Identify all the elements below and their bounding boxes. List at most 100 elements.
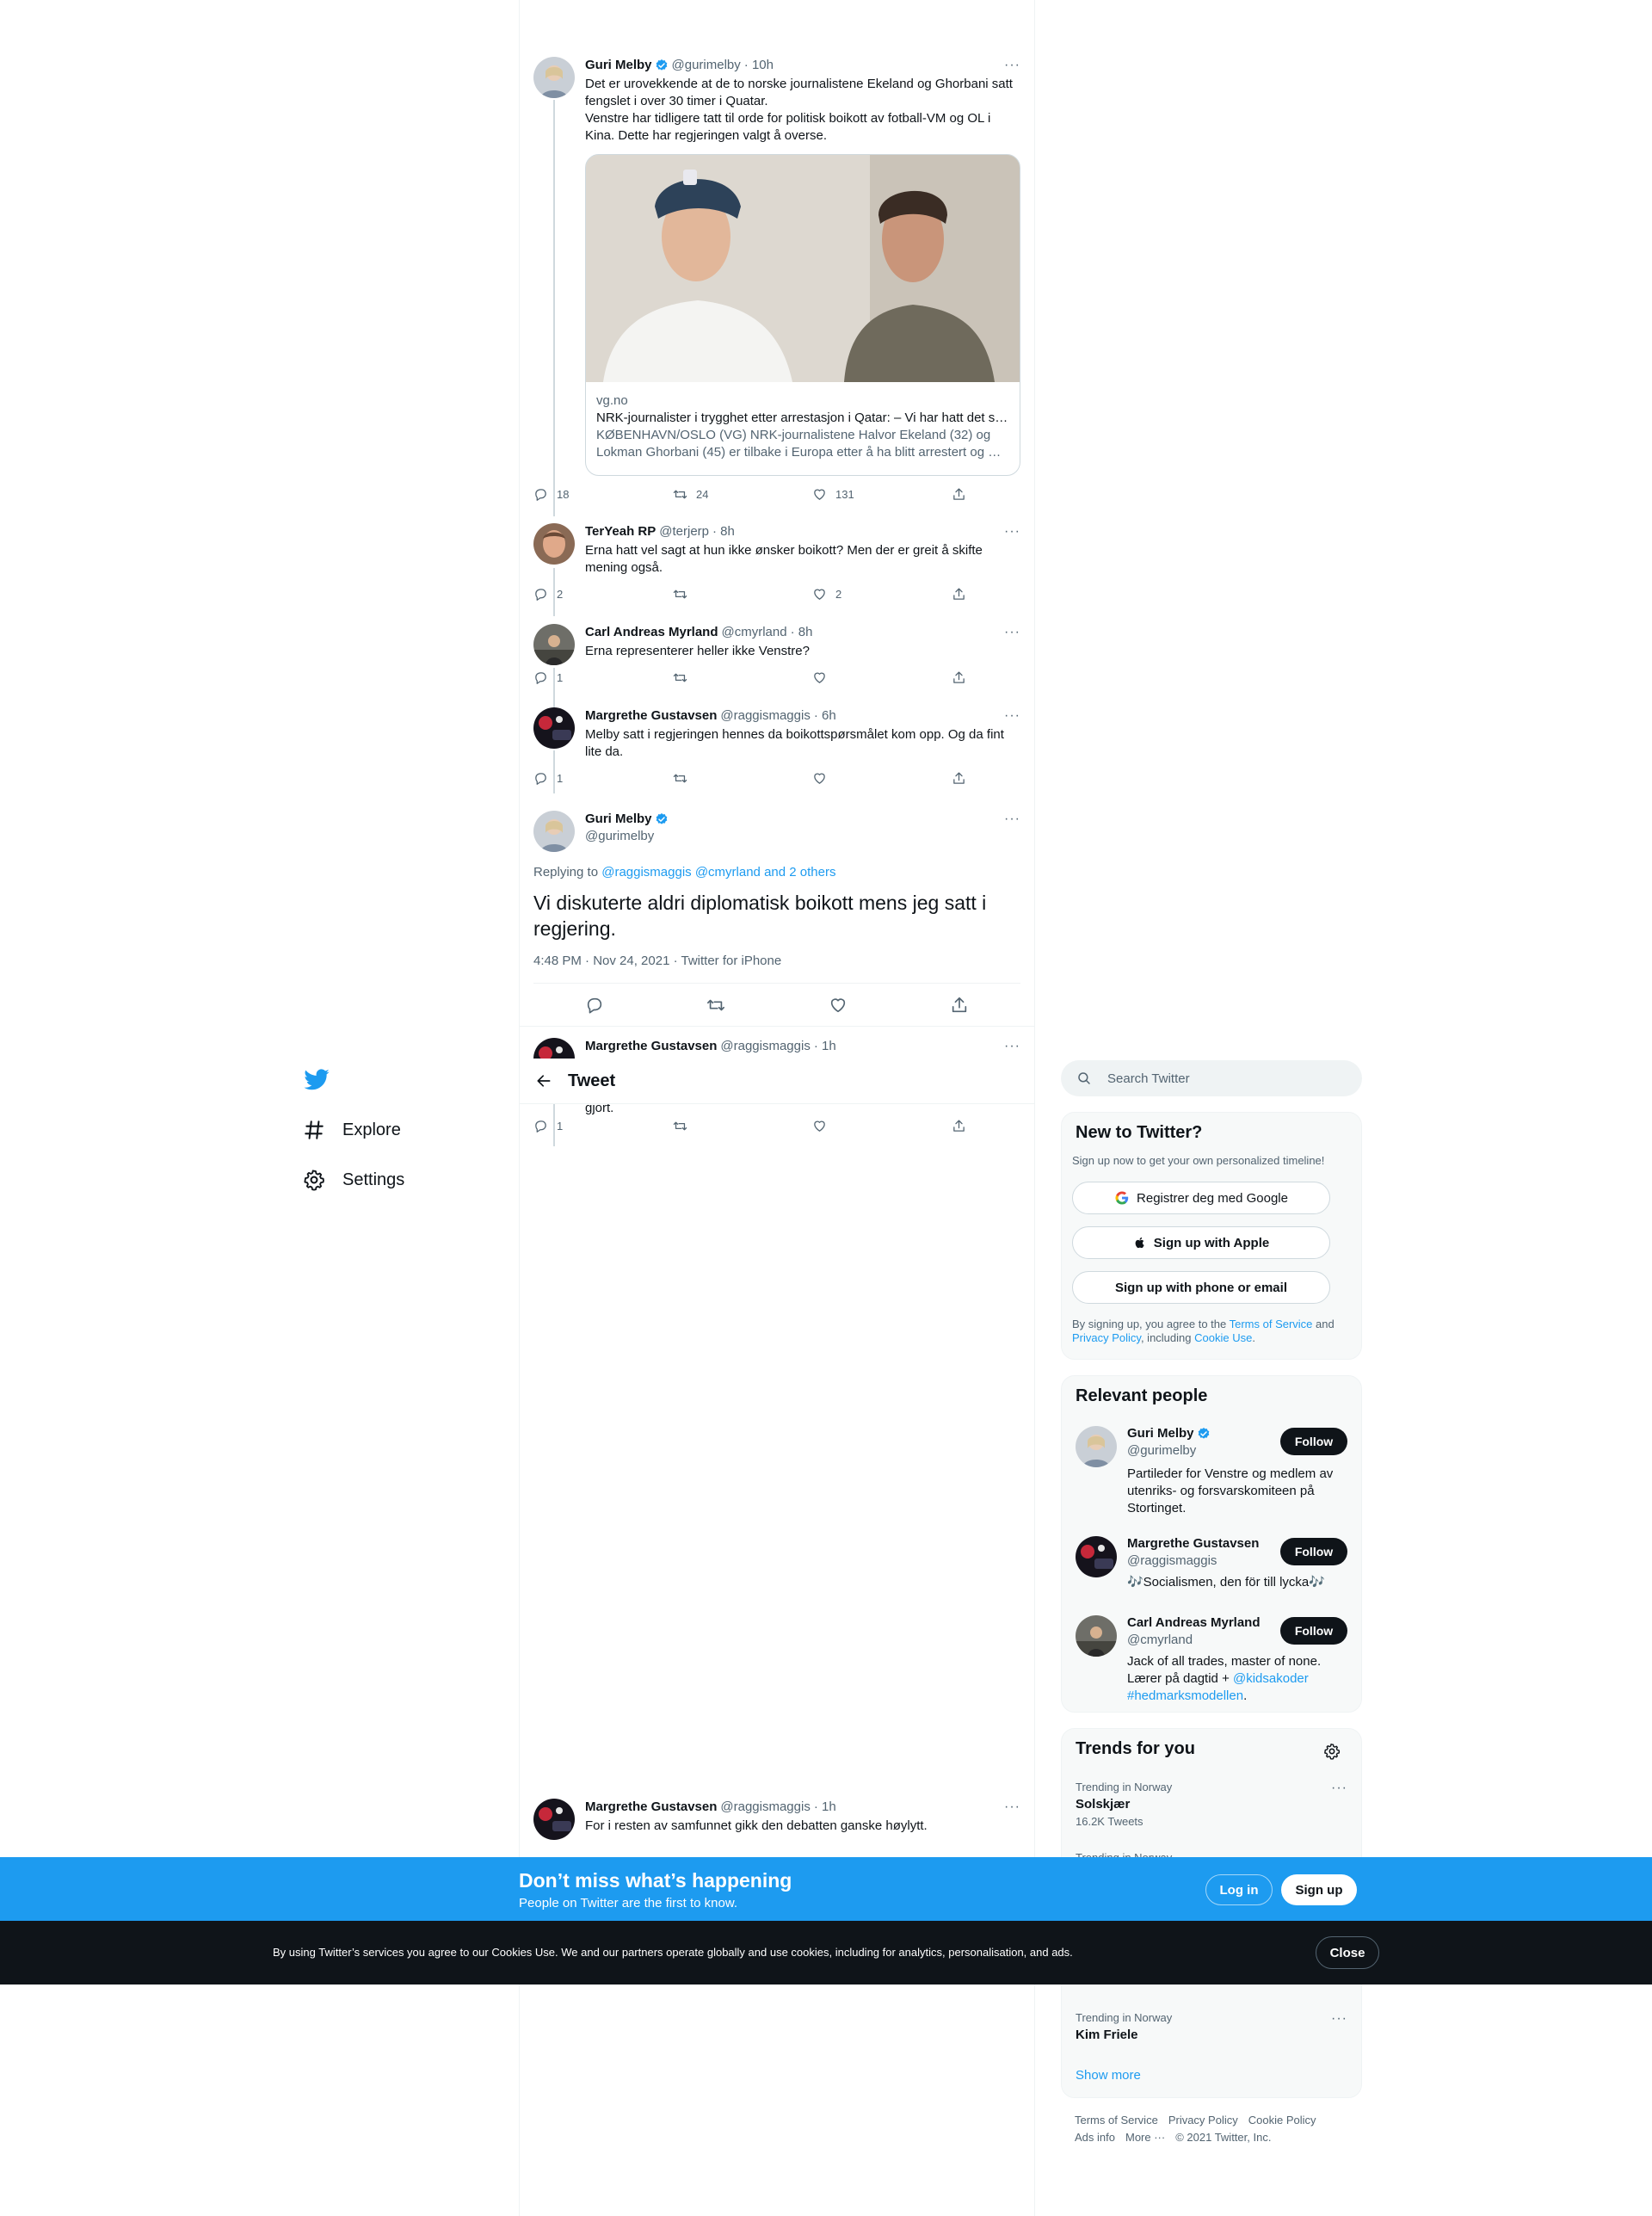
- share-icon[interactable]: [950, 996, 969, 1015]
- author-name[interactable]: Margrethe Gustavsen: [585, 1799, 717, 1816]
- tweet-time[interactable]: · 1h: [814, 1799, 836, 1816]
- signup-button[interactable]: Sign up: [1281, 1874, 1357, 1905]
- author-handle[interactable]: @terjerp: [659, 523, 709, 540]
- author-handle[interactable]: @cmyrland: [722, 624, 787, 641]
- gear-icon[interactable]: [1323, 1743, 1341, 1760]
- tweet-time[interactable]: · 8h: [712, 523, 735, 540]
- tweet-time[interactable]: · 6h: [814, 707, 836, 725]
- author-handle[interactable]: @gurimelby: [585, 828, 654, 845]
- nav-settings[interactable]: Settings: [303, 1169, 404, 1191]
- tweet[interactable]: TerYeah RP @terjerp · 8h ··· Erna hatt v…: [533, 523, 1020, 611]
- trend-item[interactable]: Trending in Norway Kim Friele ···: [1076, 2011, 1347, 2042]
- hashtag-link[interactable]: #hedmarksmodellen: [1127, 1688, 1243, 1703]
- author-handle[interactable]: @raggismaggis: [720, 1038, 810, 1055]
- person-name[interactable]: Carl Andreas Myrland: [1127, 1615, 1261, 1630]
- share-button[interactable]: [952, 587, 969, 602]
- more-icon[interactable]: ···: [1004, 523, 1020, 540]
- show-more-link[interactable]: Show more: [1076, 2068, 1141, 2083]
- tweet-time[interactable]: · 1h: [814, 1038, 836, 1055]
- more-icon[interactable]: ···: [1331, 1781, 1347, 1796]
- reply-button[interactable]: 1: [533, 670, 637, 685]
- author-handle[interactable]: @raggismaggis: [720, 707, 810, 725]
- like-button[interactable]: [812, 1119, 915, 1133]
- search-input[interactable]: Search Twitter: [1061, 1060, 1362, 1096]
- footer-more-link[interactable]: More ···: [1125, 2131, 1165, 2144]
- author-name[interactable]: Margrethe Gustavsen: [585, 1038, 717, 1055]
- privacy-policy-link[interactable]: Privacy Policy: [1072, 1331, 1141, 1344]
- like-button[interactable]: [812, 670, 915, 685]
- reply-button[interactable]: 18: [533, 487, 637, 502]
- more-icon[interactable]: ···: [1004, 811, 1020, 828]
- tweet[interactable]: Margrethe Gustavsen @raggismaggis · 6h ·…: [533, 707, 1020, 793]
- follow-button[interactable]: Follow: [1280, 1617, 1347, 1645]
- tweet[interactable]: Carl Andreas Myrland @cmyrland · 8h ··· …: [533, 624, 1020, 694]
- person-name[interactable]: Guri Melby: [1127, 1426, 1194, 1441]
- follow-button[interactable]: Follow: [1280, 1428, 1347, 1455]
- person-handle[interactable]: @raggismaggis: [1127, 1553, 1217, 1568]
- avatar[interactable]: [1076, 1615, 1117, 1657]
- share-button[interactable]: [952, 771, 969, 786]
- avatar[interactable]: [533, 523, 575, 565]
- follow-button[interactable]: Follow: [1280, 1538, 1347, 1565]
- share-button[interactable]: [952, 670, 969, 685]
- avatar[interactable]: [533, 57, 575, 98]
- login-button[interactable]: Log in: [1205, 1874, 1273, 1905]
- reply-button[interactable]: 1: [533, 771, 637, 786]
- like-button[interactable]: [812, 771, 915, 786]
- back-button[interactable]: [520, 1072, 568, 1089]
- cookie-use-link[interactable]: Cookie Use: [1194, 1331, 1252, 1344]
- more-icon[interactable]: ···: [1004, 707, 1020, 725]
- terms-of-service-link[interactable]: Terms of Service: [1230, 1318, 1313, 1330]
- avatar[interactable]: [533, 624, 575, 665]
- avatar[interactable]: [533, 1799, 575, 1840]
- phone-signup-button[interactable]: Sign up with phone or email: [1072, 1271, 1330, 1304]
- reply-button[interactable]: 1: [533, 1119, 637, 1133]
- footer-cookie-link[interactable]: Cookie Policy: [1248, 2114, 1316, 2126]
- author-handle[interactable]: @gurimelby: [672, 57, 741, 74]
- avatar[interactable]: [1076, 1536, 1117, 1577]
- person-item[interactable]: Guri Melby @gurimelby Follow Partileder …: [1076, 1426, 1347, 1521]
- mention-link[interactable]: @kidsakoder: [1233, 1671, 1309, 1686]
- avatar[interactable]: [1076, 1426, 1117, 1467]
- avatar[interactable]: [533, 811, 575, 852]
- person-handle[interactable]: @cmyrland: [1127, 1633, 1193, 1647]
- twitter-logo-icon[interactable]: [303, 1065, 330, 1093]
- author-handle[interactable]: @raggismaggis: [720, 1799, 810, 1816]
- apple-signup-button[interactable]: Sign up with Apple: [1072, 1226, 1330, 1259]
- nav-explore[interactable]: Explore: [303, 1119, 401, 1141]
- share-button[interactable]: [952, 1119, 969, 1133]
- reply-button[interactable]: 2: [533, 587, 637, 602]
- author-name[interactable]: Guri Melby: [585, 57, 652, 74]
- author-name[interactable]: Margrethe Gustavsen: [585, 707, 717, 725]
- retweet-button[interactable]: [673, 670, 776, 685]
- footer-ads-link[interactable]: Ads info: [1075, 2131, 1115, 2144]
- trend-item[interactable]: Trending in Norway Solskjær 16.2K Tweets…: [1076, 1781, 1347, 1828]
- person-item[interactable]: Margrethe Gustavsen @raggismaggis Follow…: [1076, 1536, 1347, 1596]
- share-button[interactable]: [952, 487, 969, 502]
- tweet-time[interactable]: · 8h: [791, 624, 813, 641]
- tweet-timestamp[interactable]: 4:48 PM · Nov 24, 2021 · Twitter for iPh…: [533, 954, 781, 968]
- person-item[interactable]: Carl Andreas Myrland @cmyrland Follow Ja…: [1076, 1615, 1347, 1703]
- author-name[interactable]: TerYeah RP: [585, 523, 656, 540]
- retweet-button[interactable]: 24: [673, 487, 776, 502]
- person-handle[interactable]: @gurimelby: [1127, 1443, 1196, 1458]
- reply-icon[interactable]: [585, 996, 604, 1015]
- google-signup-button[interactable]: Registrer deg med Google: [1072, 1182, 1330, 1214]
- tweet-time[interactable]: · 10h: [744, 57, 774, 74]
- retweet-button[interactable]: [673, 587, 776, 602]
- more-icon[interactable]: ···: [1331, 2011, 1347, 2027]
- more-icon[interactable]: ···: [1004, 624, 1020, 641]
- footer-privacy-link[interactable]: Privacy Policy: [1168, 2114, 1238, 2126]
- tweet[interactable]: Guri Melby @gurimelby · 10h ··· Det er u…: [533, 57, 1020, 513]
- heart-icon[interactable]: [829, 996, 848, 1015]
- replying-to-links[interactable]: @raggismaggis @cmyrland and 2 others: [601, 865, 835, 880]
- like-button[interactable]: 131: [812, 487, 915, 502]
- retweet-icon[interactable]: [706, 996, 725, 1015]
- more-icon[interactable]: ···: [1004, 57, 1020, 74]
- more-icon[interactable]: ···: [1004, 1038, 1020, 1055]
- tweet[interactable]: Margrethe Gustavsen @raggismaggis · 1h ·…: [533, 1799, 1020, 1859]
- more-icon[interactable]: ···: [1004, 1799, 1020, 1816]
- retweet-button[interactable]: [673, 771, 776, 786]
- retweet-button[interactable]: [673, 1119, 776, 1133]
- avatar[interactable]: [533, 707, 575, 749]
